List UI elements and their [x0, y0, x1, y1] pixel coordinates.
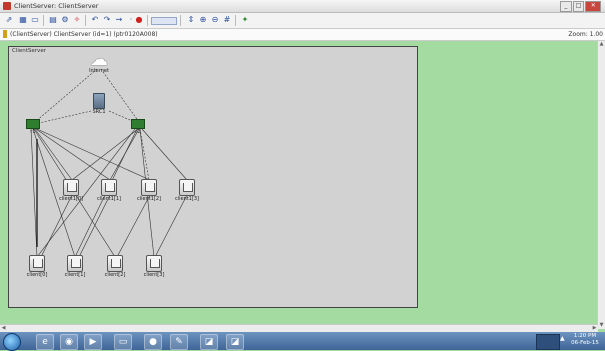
server-label: SRC1 — [92, 109, 106, 115]
toolbar-separator — [43, 15, 44, 26]
server-node[interactable]: SRC1 — [79, 93, 119, 116]
client-label: client[0] — [26, 272, 48, 278]
media-icon[interactable]: ▶ — [84, 334, 102, 350]
horizontal-scrollbar[interactable]: ◀ ▶ — [0, 324, 598, 332]
toolbar-separator — [147, 15, 148, 26]
omnet-icon[interactable]: ◪ — [226, 334, 244, 350]
host-icon — [141, 179, 157, 196]
title-bar: ClientServer: ClientServer _ □ ✕ — [0, 0, 605, 13]
host-icon — [101, 179, 117, 196]
undo-icon[interactable]: ↶ — [90, 15, 100, 25]
inspect-icon[interactable]: ▭ — [30, 15, 40, 25]
window-controls: _ □ ✕ — [559, 1, 601, 12]
step-icon[interactable]: ✧ — [72, 15, 82, 25]
router-icon — [131, 119, 145, 129]
client-label: client1[3] — [175, 196, 199, 202]
router-label: r2 — [135, 129, 141, 135]
run-icon[interactable]: ⇗ — [4, 15, 14, 25]
toolbar-separator — [180, 15, 181, 26]
client-node[interactable]: client[2] — [95, 255, 135, 279]
client-label: client[2] — [104, 272, 126, 278]
client-label: client1[2] — [137, 196, 161, 202]
animate-icon[interactable]: ✦ — [240, 15, 250, 25]
client-node[interactable]: client[1] — [55, 255, 95, 279]
vertical-scrollbar[interactable]: ▲ ▼ — [597, 41, 605, 329]
client-node[interactable]: client1[3] — [167, 179, 207, 203]
clock-date: 06-Feb-15 — [571, 340, 599, 346]
internet-label: Internet — [89, 68, 109, 74]
redo-icon[interactable]: ↷ — [102, 15, 112, 25]
client-node[interactable]: client[0] — [17, 255, 57, 279]
firefox-icon[interactable]: ● — [144, 334, 162, 350]
host-icon — [29, 255, 45, 272]
folder-icon[interactable]: ▭ — [114, 334, 132, 350]
client-label: client[3] — [143, 272, 165, 278]
fast-icon[interactable]: ⇝ — [114, 15, 124, 25]
router-node[interactable]: r1 — [13, 119, 53, 136]
find-icon[interactable]: ⇕ — [186, 15, 196, 25]
client-label: client[1] — [64, 272, 86, 278]
client-node[interactable]: client1[2] — [129, 179, 169, 203]
grid-icon[interactable]: # — [222, 15, 232, 25]
paint-icon[interactable]: ✎ — [170, 334, 188, 350]
tray-expand-icon[interactable]: ▲ — [560, 335, 565, 342]
host-icon — [107, 255, 123, 272]
zoom-out-icon[interactable]: ⊖ — [210, 15, 220, 25]
clock[interactable]: 1:20 PM 06-Feb-15 — [568, 333, 602, 347]
info-bar: (ClientServer) ClientServer (id=1) (ptr0… — [0, 29, 605, 41]
router-node[interactable]: r2 — [118, 119, 158, 136]
client-node[interactable]: client1[0] — [51, 179, 91, 203]
ie-icon[interactable]: e — [36, 334, 54, 350]
router-label: r1 — [30, 129, 36, 135]
client-node[interactable]: client1[1] — [89, 179, 129, 203]
toolbar: ⇗ ▦ ▭ ▤ ⚙ ✧ ↶ ↷ ⇝ · ● ⇕ ⊕ ⊖ # ✦ — [0, 13, 605, 29]
server-icon — [93, 93, 105, 109]
speed-slider[interactable] — [151, 17, 177, 25]
cloud-icon: ☁ — [90, 49, 108, 70]
params-icon[interactable]: ⚙ — [60, 15, 70, 25]
close-button[interactable]: ✕ — [585, 1, 601, 12]
scroll-left-icon[interactable]: ◀ — [0, 325, 7, 332]
scroll-up-icon[interactable]: ▲ — [598, 41, 605, 48]
system-tray[interactable] — [536, 334, 560, 350]
record-icon[interactable]: ▤ — [48, 15, 58, 25]
module-marker-icon — [3, 30, 7, 38]
network-canvas[interactable]: ClientServer ☁ Internet SRC1 r1 r2 clien… — [8, 46, 418, 308]
minimize-button[interactable]: _ — [560, 1, 572, 12]
taskbar: e ◉ ▶ ▭ ● ✎ ◪ ◪ ▲ 1:20 PM 06-Feb-15 — [0, 332, 605, 351]
module-status: (ClientServer) ClientServer (id=1) (ptr0… — [10, 31, 158, 38]
window-title: ClientServer: ClientServer — [14, 2, 99, 10]
client-label: client1[0] — [59, 196, 83, 202]
layout-icon[interactable]: ▦ — [18, 15, 28, 25]
client-label: client1[1] — [97, 196, 121, 202]
internet-node[interactable]: ☁ Internet — [79, 49, 119, 75]
toolbar-separator — [85, 15, 86, 26]
scroll-right-icon[interactable]: ▶ — [591, 325, 598, 332]
maximize-button[interactable]: □ — [572, 1, 585, 12]
client-node[interactable]: client[3] — [134, 255, 174, 279]
host-icon — [63, 179, 79, 196]
stop-icon[interactable]: ● — [134, 15, 144, 25]
router-icon — [26, 119, 40, 129]
toolbar-separator — [235, 15, 236, 26]
host-icon — [179, 179, 195, 196]
omnet-icon[interactable]: ◪ — [200, 334, 218, 350]
chrome-icon[interactable]: ◉ — [60, 334, 78, 350]
start-button[interactable] — [3, 333, 21, 351]
clock-time: 1:20 PM — [573, 333, 597, 339]
host-icon — [146, 255, 162, 272]
app-icon — [3, 2, 11, 10]
zoom-level: Zoom: 1.00 — [568, 31, 603, 38]
scroll-down-icon[interactable]: ▼ — [598, 322, 605, 329]
host-icon — [67, 255, 83, 272]
zoom-in-icon[interactable]: ⊕ — [198, 15, 208, 25]
